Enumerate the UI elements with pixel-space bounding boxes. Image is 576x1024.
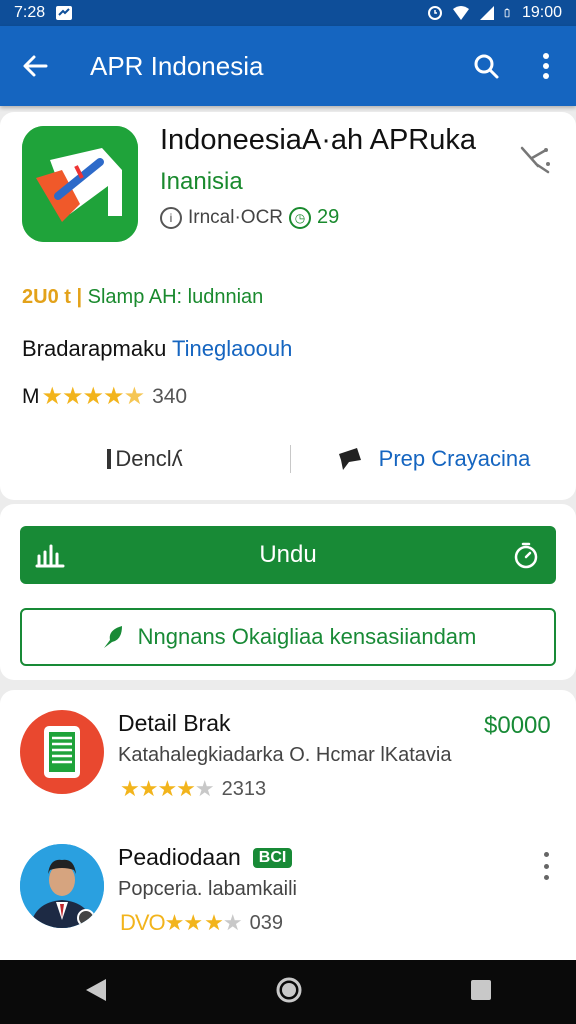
nav-recents-icon <box>471 979 492 1000</box>
status-time-right: 19:00 <box>521 4 562 21</box>
more-dot <box>543 863 549 869</box>
alarm-icon <box>427 6 442 20</box>
battery-icon <box>504 8 510 18</box>
list-item-title: Peadiodaan <box>118 844 241 870</box>
list-item-rating: ★★★★★ 2313 <box>118 776 266 802</box>
list-item-stars: ★★★★★ <box>120 776 215 801</box>
app-details-card: IndoneesiaA·ah APRuka Inanisia i Irncal·… <box>0 112 576 500</box>
list-item-avatar <box>20 844 104 928</box>
rating-stars: ★★★★★ <box>41 383 146 410</box>
wifi-icon <box>452 6 469 20</box>
person-avatar-icon <box>20 844 104 928</box>
rating-prefix: M <box>22 384 40 408</box>
list-item-count: 039 <box>249 911 283 934</box>
list-item-rating-prefix: DVO★★ <box>120 910 203 935</box>
developer-name[interactable]: Inanisia <box>160 168 243 196</box>
nav-home-button[interactable] <box>275 976 303 1009</box>
leaf-icon <box>103 626 122 648</box>
tagline-prefix: 2U0 t | <box>22 286 83 308</box>
share-button[interactable] <box>518 142 552 176</box>
install-card: Undu Nngnans Okaigliaa kensasiiandam <box>0 504 576 680</box>
action-left-label: Denclʎ <box>115 446 183 471</box>
search-icon <box>474 54 499 79</box>
flag-icon <box>338 448 361 470</box>
category-link[interactable]: Tineglaoouh <box>172 336 292 361</box>
action-right-button[interactable]: Prep Crayacina <box>291 446 576 472</box>
meta-number: 29 <box>317 206 340 228</box>
navigation-bar <box>0 960 576 1024</box>
list-item-price: $0000 <box>484 712 551 739</box>
nav-recents-button[interactable] <box>470 979 492 1006</box>
nav-back-icon <box>85 978 106 1001</box>
list-item-subtitle: Katahalegkiadarka O. Hcmar lKatavia <box>118 744 452 766</box>
arrow-back-icon <box>23 55 48 77</box>
notification-icon <box>56 6 73 20</box>
secondary-button[interactable]: Nngnans Okaigliaa kensasiiandam <box>20 608 556 666</box>
app-logo-icon <box>22 126 138 242</box>
app-name: IndoneesiaA·ah APRuka <box>160 124 476 156</box>
list-item[interactable]: Peadiodaan BCI Popceria. labamkaili DVO★… <box>0 824 576 944</box>
signal-icon <box>479 6 494 20</box>
download-label: Undu <box>259 541 317 568</box>
action-row: Denclʎ Prep Crayacina <box>0 442 576 476</box>
list-item-badge: BCI <box>252 847 293 868</box>
more-options-button[interactable] <box>536 852 556 880</box>
search-button[interactable] <box>456 26 516 106</box>
list-item-title-row: Peadiodaan BCI <box>118 844 293 871</box>
bookmark-icon <box>107 449 112 469</box>
share-icon <box>520 146 550 174</box>
clock-icon: ◷ <box>289 206 312 229</box>
download-button[interactable]: Undu <box>20 526 556 584</box>
list-item-rating: DVO★★ ★★ 039 <box>118 910 283 936</box>
tagline: 2U0 t | Slamp AH: ludnnian <box>22 286 263 309</box>
secondary-label: Nngnans Okaigliaa kensasiiandam <box>137 624 477 649</box>
app-icon[interactable] <box>22 126 138 242</box>
list-item-title: Detail Brak <box>118 710 231 736</box>
category-label: Bradarapmaku <box>22 336 167 361</box>
list-item-subtitle: Popceria. labamkaili <box>118 878 297 900</box>
page-title: APR Indonesia <box>90 50 264 81</box>
list-item-icon <box>20 710 104 794</box>
list-item[interactable]: Detail Brak Katahalegkiadarka O. Hcmar l… <box>0 690 576 810</box>
more-dot <box>543 875 549 880</box>
overflow-menu-button[interactable] <box>516 26 576 106</box>
back-button[interactable] <box>0 26 70 106</box>
info-icon: i <box>160 206 182 229</box>
nav-back-button[interactable] <box>84 977 108 1008</box>
more-dot <box>543 852 549 857</box>
rating-row: M ★★★★★ 340 <box>22 382 187 411</box>
timer-icon <box>514 542 538 569</box>
meta-text: Irncal·OCR <box>188 206 284 228</box>
document-icon <box>44 726 80 778</box>
tagline-text: Slamp AH: ludnnian <box>87 286 264 308</box>
more-vert-icon <box>543 53 549 79</box>
category-row: Bradarapmaku Tineglaoouh <box>22 336 292 362</box>
action-right-label: Prep Crayacina <box>378 446 531 471</box>
status-bar: 7:28 19:00 <box>0 0 576 26</box>
status-time-left: 7:28 <box>14 4 46 21</box>
chart-icon <box>35 544 65 568</box>
rating-count: 340 <box>152 384 188 408</box>
list-item-count: 2313 <box>221 777 267 800</box>
list-item-stars: ★★ <box>204 910 242 935</box>
nav-home-icon <box>276 977 302 1002</box>
app-meta: i Irncal·OCR ◷ 29 <box>160 206 339 229</box>
related-list: Detail Brak Katahalegkiadarka O. Hcmar l… <box>0 690 576 970</box>
action-left-button[interactable]: Denclʎ <box>0 446 290 472</box>
app-bar: APR Indonesia <box>0 26 576 106</box>
